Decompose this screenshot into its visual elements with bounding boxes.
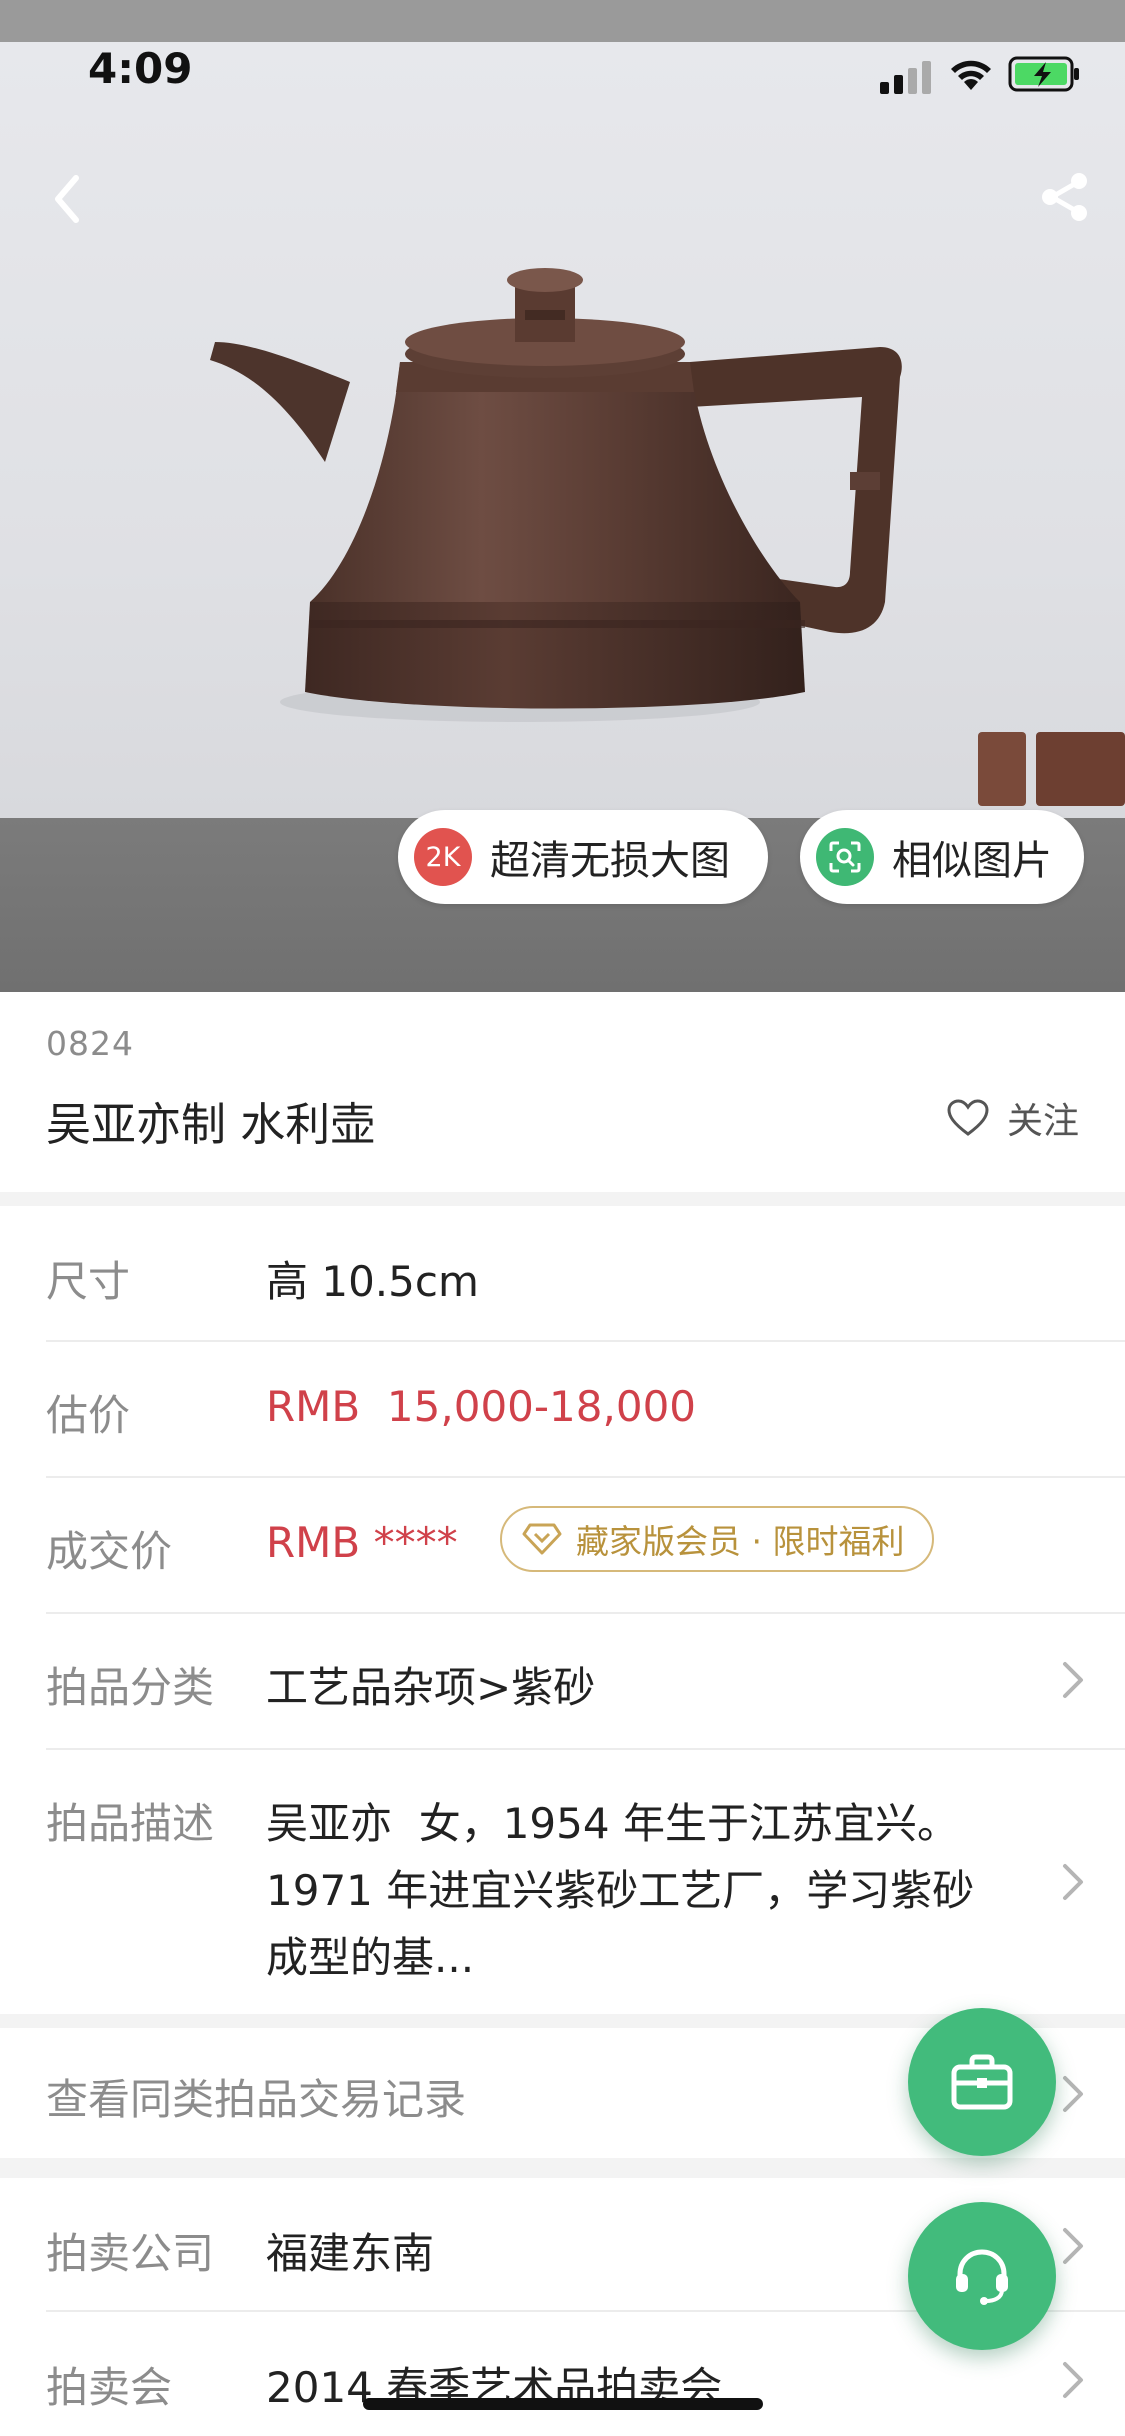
size-label: 尺寸: [46, 1257, 131, 1306]
auction-company-label: 拍卖公司: [46, 2229, 215, 2278]
category-row[interactable]: 拍品分类 工艺品杂项>紫砂: [0, 1614, 1125, 1748]
description-line-2: 1971 年进宜兴紫砂工艺厂，学习紫砂: [266, 1866, 975, 1915]
item-title-card: 0824 吴亚亦制 水利壶 关注: [0, 992, 1125, 1192]
follow-label: 关注: [1006, 1101, 1079, 1142]
seal-stamp-small: [978, 732, 1026, 806]
auction-company-value: 福建东南: [266, 2229, 435, 2278]
estimate-row: 估价 RMB 15,000-18,000: [0, 1342, 1125, 1476]
heart-icon: [947, 1099, 989, 1136]
hd-image-button[interactable]: 2K 超清无损大图: [398, 810, 768, 904]
battery-charging-icon: [1008, 56, 1079, 92]
description-line-1: 吴亚亦 女，1954 年生于江苏宜兴。: [266, 1799, 959, 1848]
diamond-icon: [522, 1523, 562, 1555]
description-label: 拍品描述: [46, 1799, 215, 1848]
top-strip: [0, 0, 1125, 42]
status-time: 4:09: [88, 44, 193, 93]
seal-stamp-large: [1036, 732, 1125, 806]
deal-price-label: 成交价: [46, 1527, 173, 1576]
status-bar: 4:09: [0, 42, 1125, 142]
cellular-signal-icon: [880, 61, 931, 94]
scan-icon: [816, 828, 874, 886]
estimate-label: 估价: [46, 1391, 131, 1440]
size-value: 高 10.5cm: [266, 1257, 479, 1306]
customer-service-fab-button[interactable]: [908, 2202, 1056, 2350]
headset-icon: [956, 2249, 1008, 2305]
size-row: 尺寸 高 10.5cm: [0, 1206, 1125, 1340]
auction-session-label: 拍卖会: [46, 2363, 173, 2412]
vip-member-button[interactable]: 藏家版会员 · 限时福利: [500, 1506, 935, 1572]
wifi-icon: [951, 60, 991, 90]
chevron-right-icon: [1063, 1662, 1083, 1698]
similar-image-label: 相似图片: [892, 838, 1052, 884]
category-label: 拍品分类: [46, 1663, 215, 1712]
hd-image-label: 超清无损大图: [490, 838, 730, 884]
chevron-right-icon: [1063, 2076, 1083, 2112]
item-title: 吴亚亦制 水利壶: [46, 1098, 376, 1151]
hd-2k-icon: 2K: [414, 828, 472, 886]
description-line-3: 成型的基...: [266, 1933, 475, 1982]
briefcase-fab-button[interactable]: [908, 2008, 1056, 2156]
vip-member-label: 藏家版会员 · 限时福利: [576, 1522, 905, 1561]
similar-image-button[interactable]: 相似图片: [800, 810, 1084, 904]
chevron-right-icon: [1063, 2228, 1083, 2264]
deal-price-row: 成交价 RMB **** 藏家版会员 · 限时福利: [0, 1478, 1125, 1612]
estimate-value: RMB 15,000-18,000: [266, 1382, 697, 1431]
category-value: 工艺品杂项>紫砂: [266, 1663, 596, 1712]
deal-price-value: RMB ****: [266, 1518, 458, 1567]
details-card: 尺寸 高 10.5cm 估价 RMB 15,000-18,000 成交价 RMB…: [0, 1206, 1125, 2014]
lot-number: 0824: [46, 1024, 134, 1063]
share-button[interactable]: [1030, 162, 1100, 232]
chevron-right-icon: [1063, 1864, 1083, 1900]
description-row[interactable]: 拍品描述 吴亚亦 女，1954 年生于江苏宜兴。 1971 年进宜兴紫砂工艺厂，…: [0, 1750, 1125, 2014]
back-button[interactable]: [32, 164, 102, 234]
share-icon: [1042, 173, 1087, 221]
follow-button[interactable]: 关注: [947, 1092, 1079, 1144]
chevron-left-icon: [55, 175, 79, 223]
home-indicator: [363, 2398, 763, 2410]
trade-records-label: 查看同类拍品交易记录: [46, 2075, 467, 2124]
chevron-right-icon: [1063, 2362, 1083, 2398]
briefcase-icon: [951, 2054, 1013, 2110]
